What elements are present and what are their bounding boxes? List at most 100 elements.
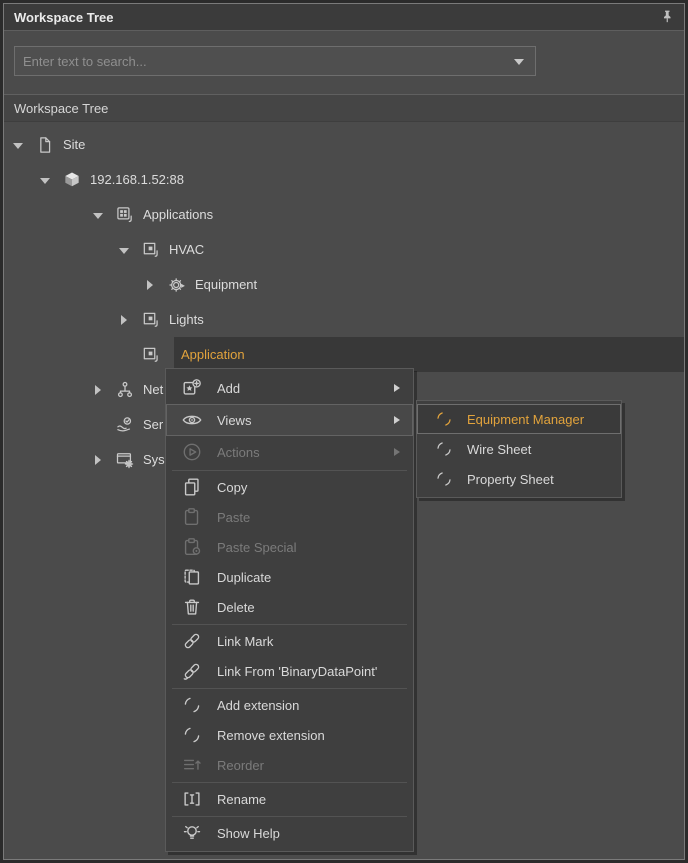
view-circular-icon xyxy=(434,409,454,429)
tree-item-label: Applications xyxy=(143,207,213,222)
add-icon xyxy=(181,377,203,399)
menu-item-label: Duplicate xyxy=(217,570,271,585)
menu-item-reorder[interactable]: Reorder xyxy=(166,750,413,780)
tree-section-bar: Workspace Tree xyxy=(4,94,684,122)
expander-right-icon[interactable] xyxy=(143,278,157,292)
expander-right-icon[interactable] xyxy=(117,313,131,327)
menu-item-label: Delete xyxy=(217,600,255,615)
menu-item-label: Remove extension xyxy=(217,728,325,743)
menu-separator xyxy=(172,624,407,625)
menu-item-show-help[interactable]: Show Help xyxy=(166,818,413,848)
menu-item-paste-special[interactable]: Paste Special xyxy=(166,532,413,562)
view-circular-icon xyxy=(434,469,454,489)
lightbulb-icon xyxy=(181,822,203,844)
expander-down-icon[interactable] xyxy=(117,243,131,257)
submenu-item-wire-sheet[interactable]: Wire Sheet xyxy=(417,434,621,464)
expander-down-icon[interactable] xyxy=(11,138,25,152)
expander-down-icon[interactable] xyxy=(38,173,52,187)
expander-down-icon[interactable] xyxy=(91,208,105,222)
reorder-icon xyxy=(181,754,203,776)
menu-separator xyxy=(172,470,407,471)
tree-item-applications[interactable]: Applications xyxy=(3,197,684,232)
submenu-item-label: Equipment Manager xyxy=(467,412,584,427)
paste-icon xyxy=(181,506,203,528)
search-combobox xyxy=(14,46,536,76)
menu-item-label: Paste Special xyxy=(217,540,297,555)
expander-right-icon[interactable] xyxy=(91,453,105,467)
pin-icon xyxy=(657,16,677,31)
app-component-icon xyxy=(141,240,161,260)
search-dropdown-arrow-icon[interactable] xyxy=(514,59,524,65)
menu-item-rename[interactable]: Rename xyxy=(166,784,413,814)
tree-item-label: Ser xyxy=(143,417,163,432)
menu-item-remove-extension[interactable]: Remove extension xyxy=(166,720,413,750)
link-icon xyxy=(181,630,203,652)
expander-right-icon[interactable] xyxy=(91,383,105,397)
menu-item-label: Add extension xyxy=(217,698,299,713)
copy-icon xyxy=(181,476,203,498)
menu-item-add[interactable]: Add xyxy=(166,372,413,404)
station-cube-icon xyxy=(62,170,82,190)
submenu-item-label: Wire Sheet xyxy=(467,442,531,457)
equipment-gear-icon xyxy=(167,275,187,295)
tree-item-label: Net xyxy=(143,382,163,397)
menu-item-label: Views xyxy=(217,413,251,428)
submenu-item-property-sheet[interactable]: Property Sheet xyxy=(417,464,621,494)
menu-item-actions[interactable]: Actions xyxy=(166,436,413,468)
pin-button[interactable] xyxy=(657,8,677,28)
duplicate-icon xyxy=(181,566,203,588)
tree-item-label: 192.168.1.52:88 xyxy=(90,172,184,187)
submenu-item-equipment-manager[interactable]: Equipment Manager xyxy=(417,404,621,434)
menu-item-copy[interactable]: Copy xyxy=(166,472,413,502)
tree-section-label: Workspace Tree xyxy=(4,101,108,116)
tree-item-label: Lights xyxy=(169,312,204,327)
views-submenu: Equipment Manager Wire Sheet Property Sh… xyxy=(416,400,622,498)
link-from-icon xyxy=(181,660,203,682)
search-input[interactable] xyxy=(14,46,536,76)
menu-item-label: Paste xyxy=(217,510,250,525)
menu-item-label: Copy xyxy=(217,480,247,495)
tree-item-application-selected[interactable]: Application xyxy=(3,337,684,372)
extension-icon xyxy=(181,724,203,746)
tree-item-lights[interactable]: Lights xyxy=(3,302,684,337)
menu-item-add-extension[interactable]: Add extension xyxy=(166,690,413,720)
menu-separator xyxy=(172,688,407,689)
tree-item-label: Application xyxy=(181,347,245,362)
menu-separator xyxy=(172,816,407,817)
menu-item-label: Link Mark xyxy=(217,634,273,649)
panel-title: Workspace Tree xyxy=(4,10,113,25)
menu-item-label: Rename xyxy=(217,792,266,807)
document-icon xyxy=(35,135,55,155)
menu-item-duplicate[interactable]: Duplicate xyxy=(166,562,413,592)
trash-icon xyxy=(181,596,203,618)
menu-item-label: Show Help xyxy=(217,826,280,841)
app-component-icon xyxy=(141,310,161,330)
menu-item-paste[interactable]: Paste xyxy=(166,502,413,532)
play-circle-icon xyxy=(181,441,203,463)
tree-item-station[interactable]: 192.168.1.52:88 xyxy=(3,162,684,197)
menu-item-link-from[interactable]: Link From 'BinaryDataPoint' xyxy=(166,656,413,686)
tree-item-site[interactable]: Site xyxy=(3,127,684,162)
panel-header: Workspace Tree xyxy=(4,4,684,31)
tree-item-equipment[interactable]: Equipment xyxy=(3,267,684,302)
paste-special-icon xyxy=(181,536,203,558)
menu-separator xyxy=(172,782,407,783)
tree-item-label: Site xyxy=(63,137,85,152)
view-circular-icon xyxy=(434,439,454,459)
extension-icon xyxy=(181,694,203,716)
services-icon xyxy=(115,415,135,435)
submenu-arrow-icon xyxy=(394,448,400,456)
network-icon xyxy=(115,380,135,400)
menu-item-link-mark[interactable]: Link Mark xyxy=(166,626,413,656)
app-component-icon xyxy=(141,345,161,365)
rename-icon xyxy=(181,788,203,810)
menu-item-delete[interactable]: Delete xyxy=(166,592,413,622)
tree-item-label: Sys xyxy=(143,452,165,467)
menu-item-views[interactable]: Views xyxy=(166,404,413,436)
submenu-arrow-icon xyxy=(394,416,400,424)
menu-item-label: Add xyxy=(217,381,240,396)
tree-item-hvac[interactable]: HVAC xyxy=(3,232,684,267)
system-icon xyxy=(115,450,135,470)
tree-item-label: Equipment xyxy=(195,277,257,292)
context-menu: Add Views Actions xyxy=(165,368,414,852)
